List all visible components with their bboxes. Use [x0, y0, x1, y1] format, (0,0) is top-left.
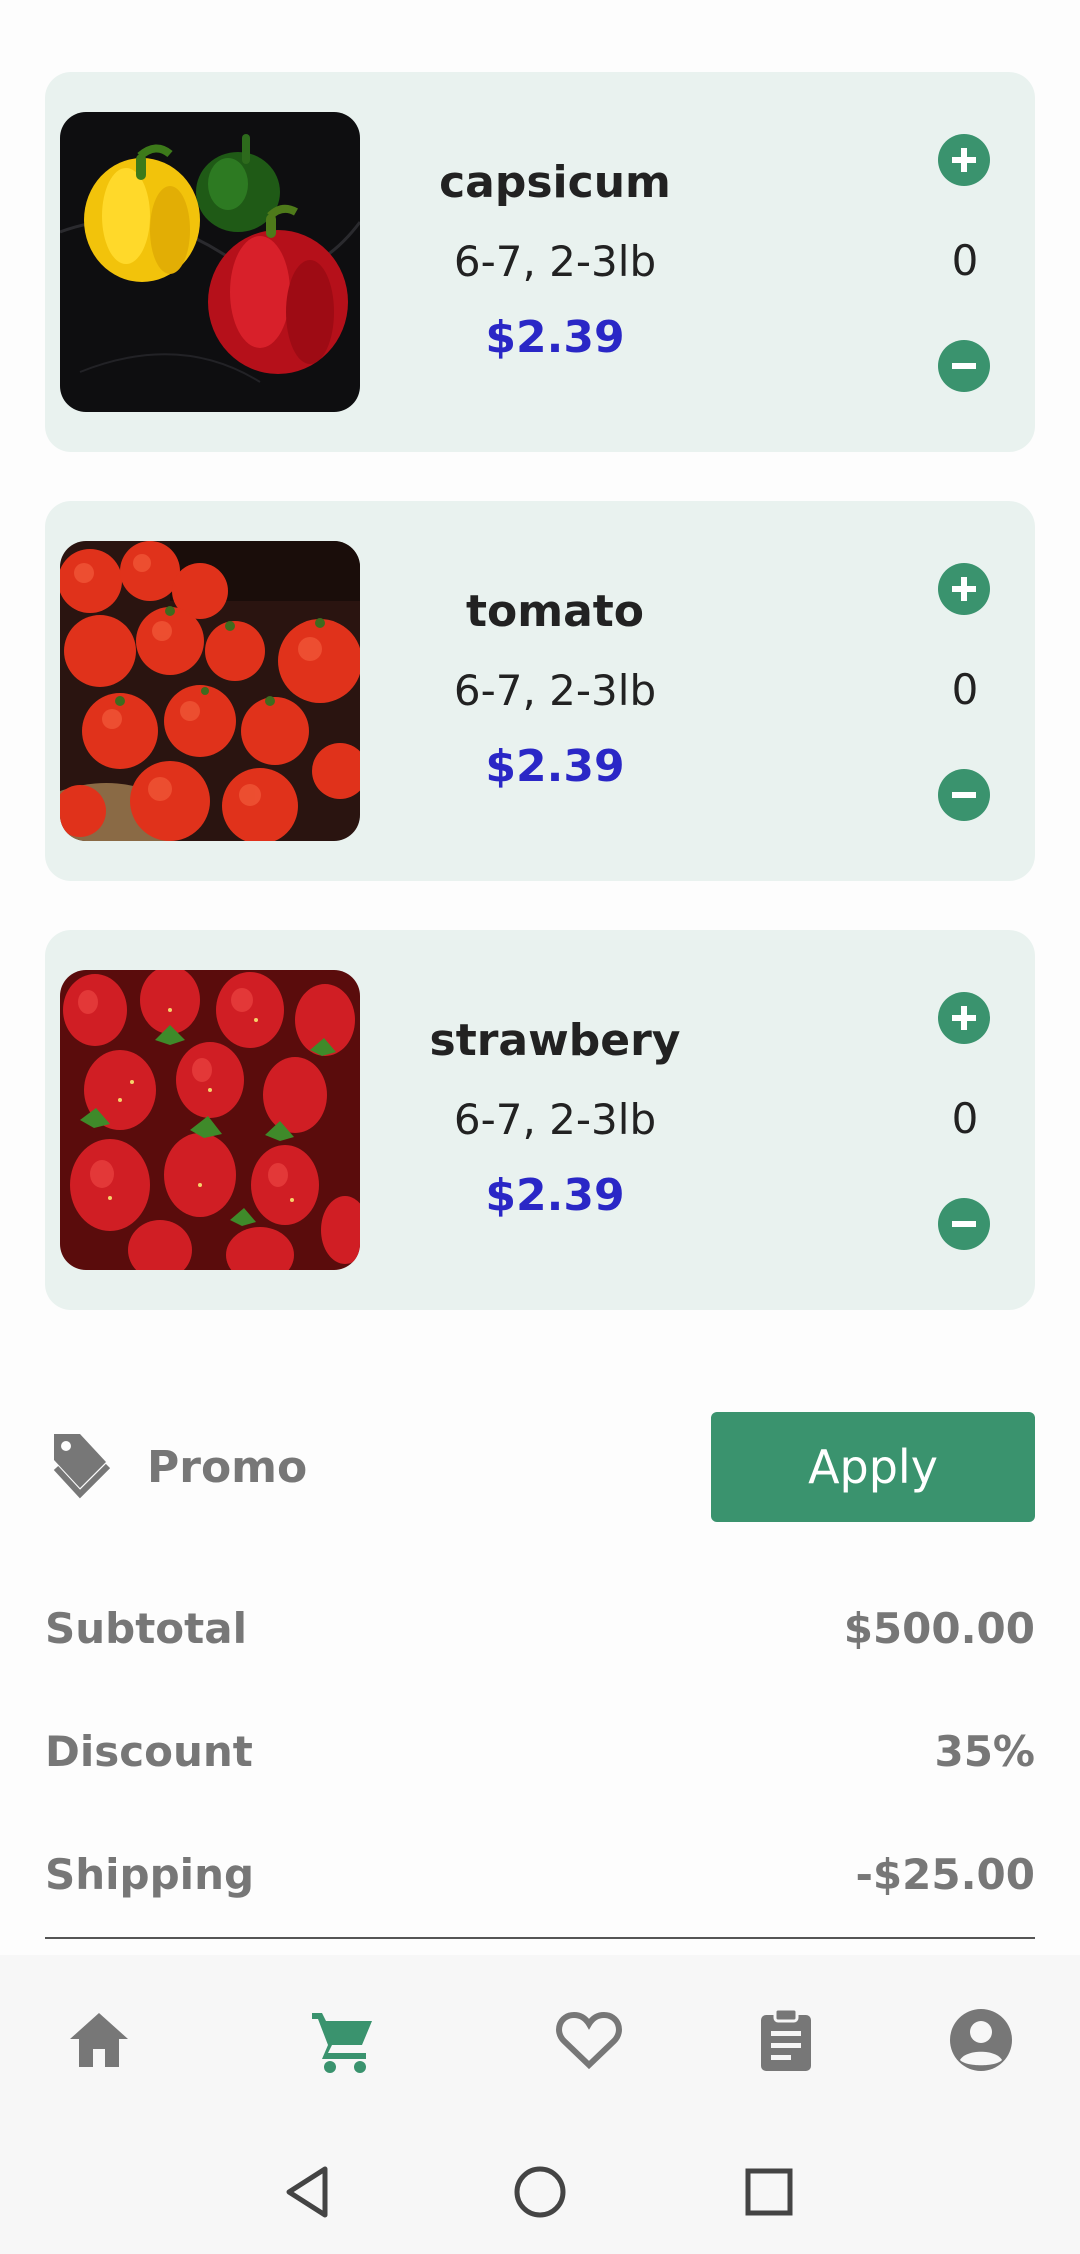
- shipping-value: -$25.00: [855, 1850, 1035, 1899]
- apply-button[interactable]: Apply: [711, 1412, 1035, 1522]
- system-recents-button[interactable]: [734, 2157, 804, 2227]
- nav-profile[interactable]: [946, 2005, 1016, 2075]
- cart-item-card: tomato 6-7, 2-3lb $2.39 0: [45, 501, 1035, 881]
- quantity-value: 0: [951, 1094, 979, 1143]
- increase-quantity-button[interactable]: [938, 134, 990, 186]
- subtotal-value: $500.00: [843, 1604, 1035, 1653]
- product-image: [60, 112, 360, 412]
- product-price: $2.39: [485, 312, 625, 363]
- increase-quantity-button[interactable]: [938, 563, 990, 615]
- quantity-stepper: 0: [915, 72, 1015, 452]
- recents-icon: [745, 2168, 793, 2216]
- plus-icon: [952, 577, 976, 601]
- shipping-row: Shipping -$25.00: [45, 1850, 1035, 1910]
- system-navigation-bar: [0, 2135, 1080, 2254]
- back-icon: [286, 2166, 328, 2218]
- minus-icon: [952, 792, 976, 798]
- cart-item-card: strawbery 6-7, 2-3lb $2.39 0: [45, 930, 1035, 1310]
- heart-icon: [556, 2011, 622, 2070]
- quantity-value: 0: [951, 665, 979, 714]
- quantity-stepper: 0: [915, 501, 1015, 881]
- increase-quantity-button[interactable]: [938, 992, 990, 1044]
- account-icon: [950, 2009, 1012, 2071]
- home-icon: [70, 2013, 128, 2067]
- product-image: [60, 970, 360, 1270]
- plus-icon: [952, 1006, 976, 1030]
- system-home-button[interactable]: [505, 2157, 575, 2227]
- product-name: tomato: [465, 586, 645, 637]
- product-size: 6-7, 2-3lb: [453, 237, 657, 286]
- cart-item-card: capsicum 6-7, 2-3lb $2.39 0: [45, 72, 1035, 452]
- shipping-label: Shipping: [45, 1850, 255, 1899]
- product-image: [60, 541, 360, 841]
- promo-label[interactable]: Promo: [147, 1442, 307, 1493]
- product-size: 6-7, 2-3lb: [453, 1095, 657, 1144]
- promo-row: Promo Apply: [45, 1412, 1035, 1522]
- nav-orders[interactable]: [751, 2005, 821, 2075]
- home-circle-icon: [514, 2166, 566, 2218]
- system-back-button[interactable]: [275, 2157, 345, 2227]
- product-name: strawbery: [429, 1015, 681, 1066]
- decrease-quantity-button[interactable]: [938, 340, 990, 392]
- discount-row: Discount 35%: [45, 1727, 1035, 1787]
- tag-icon: [50, 1430, 111, 1500]
- bottom-navigation: [0, 1955, 1080, 2135]
- cart-icon: [312, 2013, 372, 2073]
- decrease-quantity-button[interactable]: [938, 1198, 990, 1250]
- discount-label: Discount: [45, 1727, 253, 1776]
- plus-icon: [952, 148, 976, 172]
- minus-icon: [952, 363, 976, 369]
- discount-value: 35%: [934, 1727, 1035, 1776]
- product-price: $2.39: [485, 1170, 625, 1221]
- nav-home[interactable]: [64, 2005, 134, 2075]
- clipboard-icon: [761, 2007, 811, 2071]
- quantity-stepper: 0: [915, 930, 1015, 1310]
- product-name: capsicum: [439, 157, 671, 208]
- minus-icon: [952, 1221, 976, 1227]
- nav-favorites[interactable]: [554, 2005, 624, 2075]
- summary-divider: [45, 1937, 1035, 1939]
- decrease-quantity-button[interactable]: [938, 769, 990, 821]
- subtotal-row: Subtotal $500.00: [45, 1604, 1035, 1664]
- nav-cart[interactable]: [308, 2005, 378, 2075]
- quantity-value: 0: [951, 236, 979, 285]
- product-size: 6-7, 2-3lb: [453, 666, 657, 715]
- subtotal-label: Subtotal: [45, 1604, 247, 1653]
- product-price: $2.39: [485, 741, 625, 792]
